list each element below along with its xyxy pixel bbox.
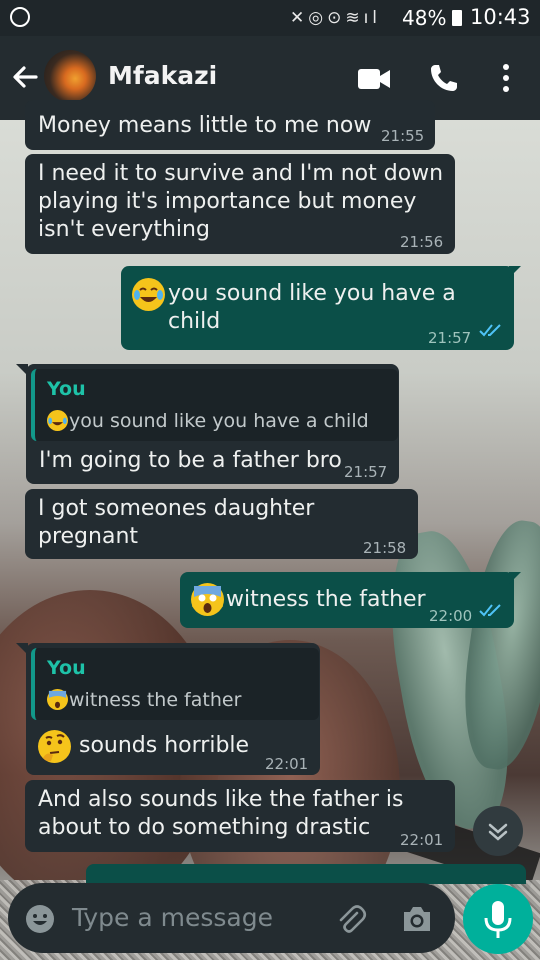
- tears-of-joy-emoji-icon: [47, 410, 68, 431]
- quoted-text: witness the father: [69, 689, 242, 711]
- message-time: 22:00: [429, 607, 473, 625]
- message-text: I got someones daughter pregnant: [38, 496, 315, 549]
- message-text: sounds horrible: [79, 733, 250, 758]
- whatsapp-status-icon: [10, 7, 30, 27]
- microphone-icon: [484, 901, 512, 938]
- quoted-author: You: [47, 657, 86, 679]
- outgoing-message-partial: [86, 864, 526, 884]
- attach-icon[interactable]: [335, 903, 367, 935]
- message-text-line: playing it's importance but money: [38, 189, 417, 214]
- more-menu-icon[interactable]: [496, 62, 516, 94]
- thinking-face-emoji-icon: [38, 730, 71, 763]
- message-text-line: isn't everything: [38, 217, 210, 242]
- chevron-down-icon: [488, 823, 508, 841]
- contact-name[interactable]: Mfakazi: [108, 61, 217, 90]
- status-icons: ✕◎⊙≋ıl: [290, 8, 382, 28]
- status-bar: ✕◎⊙≋ıl 48% 10:43: [0, 0, 540, 36]
- message-text-line: about to do something drastic: [38, 815, 371, 840]
- message-text: Money means little to me now: [38, 113, 372, 138]
- battery-percentage: 48%: [402, 6, 447, 30]
- read-receipt-icon: [479, 324, 501, 337]
- incoming-message[interactable]: You witness the father sounds horrible 2…: [16, 643, 320, 775]
- message-time: 21:57: [428, 329, 472, 347]
- quoted-text: you sound like you have a child: [69, 410, 369, 432]
- message-time: 22:01: [265, 755, 309, 773]
- incoming-message[interactable]: And also sounds like the father is about…: [25, 780, 455, 852]
- message-time: 21:58: [363, 539, 407, 557]
- back-arrow-icon[interactable]: [8, 60, 42, 94]
- read-receipt-icon: [479, 604, 501, 617]
- outgoing-message[interactable]: witness the father 22:00: [180, 572, 521, 628]
- message-input[interactable]: Type a message: [72, 903, 273, 932]
- message-time: 21:57: [344, 463, 388, 481]
- message-text-line: I need it to survive and I'm not down: [38, 161, 444, 186]
- tears-of-joy-emoji-icon: [132, 278, 165, 311]
- incoming-message[interactable]: I need it to survive and I'm not down pl…: [25, 154, 455, 254]
- video-call-icon[interactable]: [357, 66, 391, 92]
- phone-call-icon[interactable]: [428, 62, 460, 94]
- incoming-message[interactable]: You you sound like you have a child I'm …: [16, 364, 399, 484]
- quoted-author: You: [47, 378, 86, 400]
- message-time: 21:56: [400, 233, 444, 251]
- contact-avatar[interactable]: [44, 50, 96, 102]
- incoming-message[interactable]: Money means little to me now 21:55: [25, 100, 435, 150]
- scroll-to-bottom-button[interactable]: [473, 806, 523, 856]
- emoji-icon[interactable]: [25, 904, 55, 934]
- message-time: 21:55: [381, 127, 425, 145]
- battery-icon: [452, 10, 462, 26]
- clock: 10:43: [470, 5, 531, 29]
- camera-icon[interactable]: [401, 904, 433, 934]
- message-text: witness the father: [226, 587, 426, 612]
- message-time: 22:01: [400, 831, 444, 849]
- message-text: I'm going to be a father bro: [39, 448, 342, 473]
- screaming-face-emoji-icon: [47, 689, 68, 710]
- outgoing-message[interactable]: you sound like you have a child 21:57: [121, 266, 521, 350]
- screaming-face-emoji-icon: [191, 583, 224, 616]
- incoming-message[interactable]: I got someones daughter pregnant 21:58: [25, 489, 418, 559]
- voice-message-button[interactable]: [463, 884, 533, 954]
- quoted-message[interactable]: You witness the father: [31, 648, 319, 720]
- message-composer: Type a message: [8, 883, 455, 953]
- message-text-line: And also sounds like the father is: [38, 787, 404, 812]
- quoted-message[interactable]: You you sound like you have a child: [31, 369, 398, 441]
